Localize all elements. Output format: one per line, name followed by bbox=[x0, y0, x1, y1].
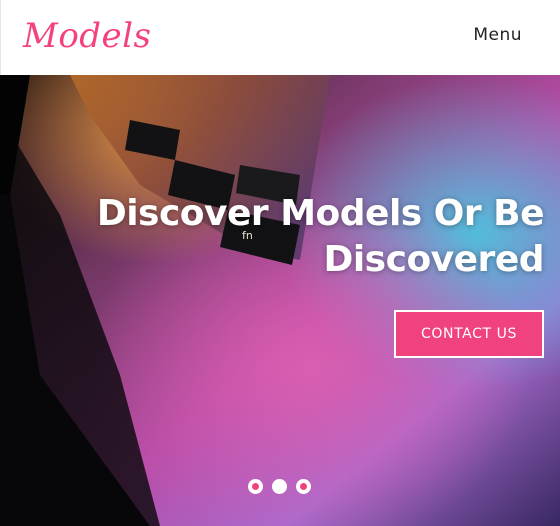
hero-headline-line2: Discovered bbox=[323, 239, 544, 280]
hero-headline-line1: Discover Models Or Be bbox=[96, 193, 545, 234]
hero-headline: Discover Models Or Be Discovered bbox=[64, 191, 545, 283]
carousel-dot-3[interactable] bbox=[296, 479, 311, 494]
brand-logo[interactable]: Models bbox=[23, 14, 152, 58]
carousel-dot-2[interactable] bbox=[272, 479, 287, 494]
carousel-indicators bbox=[248, 479, 311, 494]
hero-section: fn Discover Models Or Be Discovered CONT… bbox=[0, 75, 560, 526]
carousel-dot-1[interactable] bbox=[248, 479, 263, 494]
hero-background-image: fn bbox=[0, 75, 560, 526]
contact-us-button[interactable]: CONTACT US bbox=[394, 310, 544, 358]
site-header: Models Menu bbox=[0, 0, 560, 75]
menu-button[interactable]: Menu bbox=[473, 25, 522, 45]
